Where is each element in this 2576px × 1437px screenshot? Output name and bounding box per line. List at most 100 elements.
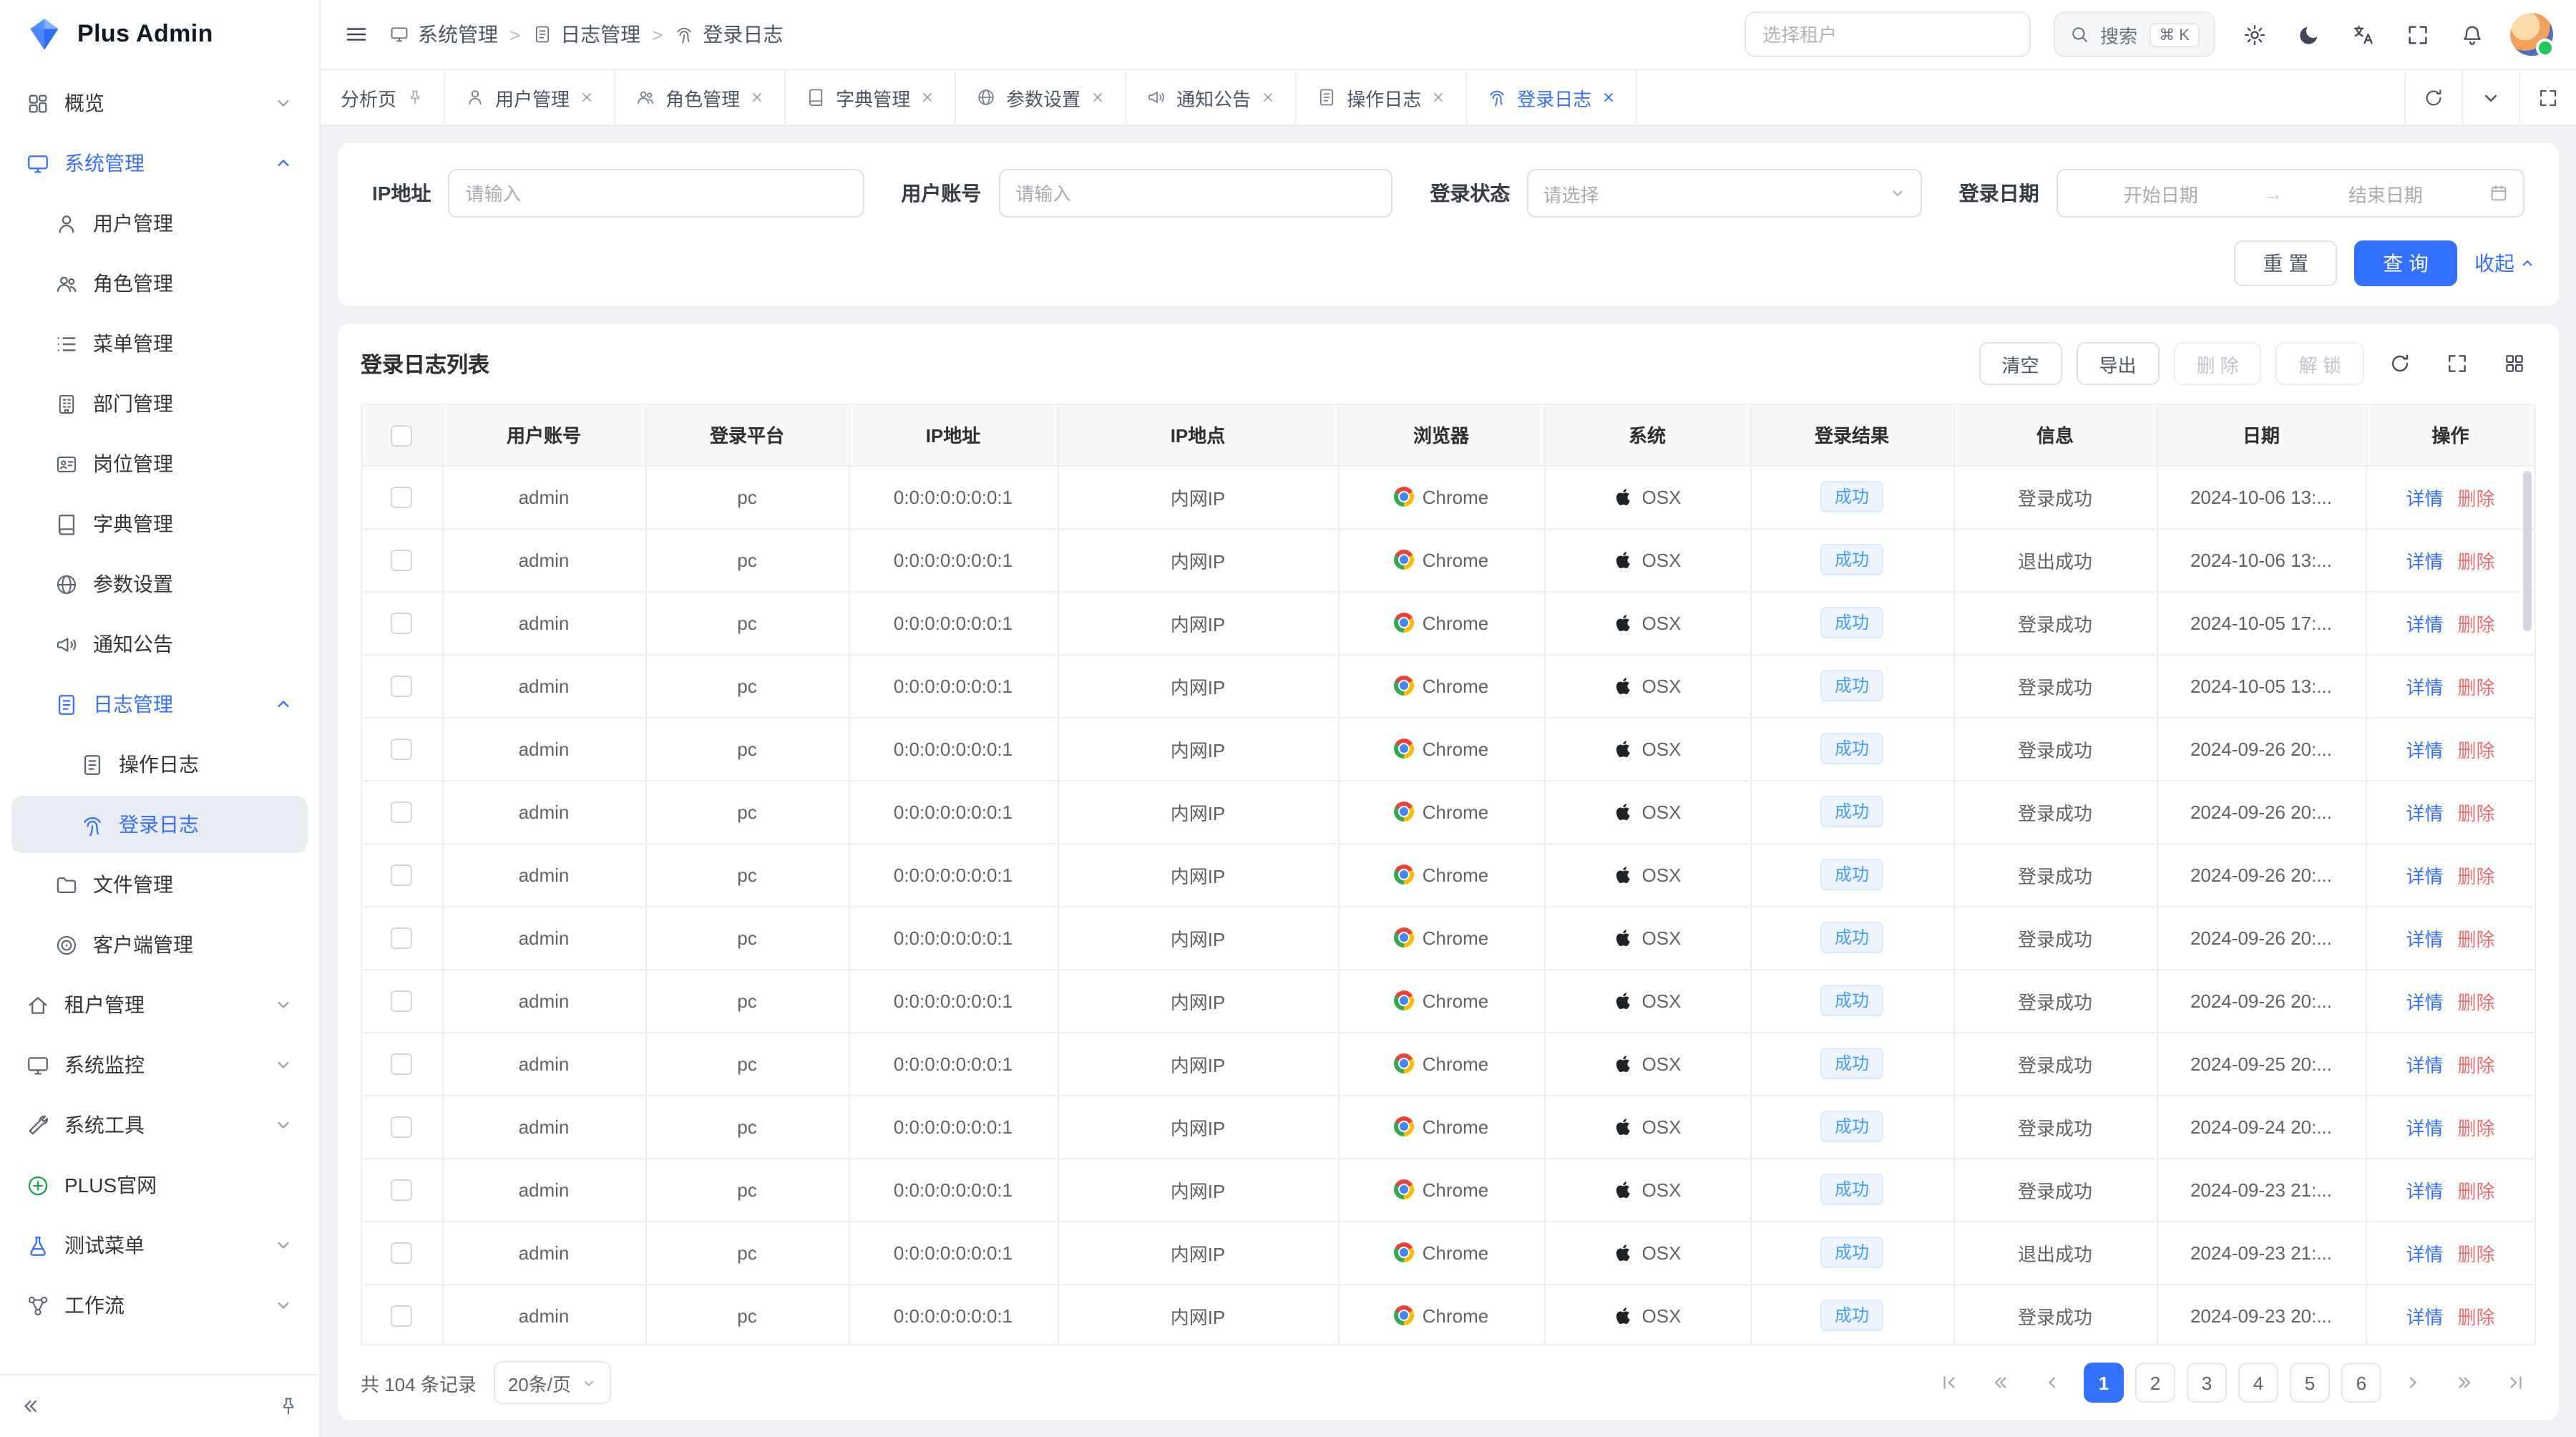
unlock-button[interactable]: 解 锁: [2276, 342, 2364, 385]
delete-link[interactable]: 删除: [2458, 798, 2495, 825]
row-checkbox[interactable]: [391, 1242, 413, 1264]
delete-link[interactable]: 删除: [2458, 1176, 2495, 1203]
delete-link[interactable]: 删除: [2458, 609, 2495, 636]
ip-address-input[interactable]: [448, 169, 864, 218]
sidebar-item-overview[interactable]: 概览: [11, 74, 308, 132]
close-icon[interactable]: [750, 90, 764, 104]
sidebar-item-workflow[interactable]: 工作流: [11, 1277, 308, 1334]
row-checkbox[interactable]: [391, 802, 413, 823]
tab-notice[interactable]: 通知公告: [1126, 70, 1297, 125]
page-button-2[interactable]: 2: [2135, 1363, 2175, 1403]
reset-button[interactable]: 重 置: [2234, 240, 2337, 286]
sidebar-item-system-management[interactable]: 系统管理: [11, 135, 308, 192]
select-all-checkbox[interactable]: [391, 425, 413, 447]
detail-link[interactable]: 详情: [2406, 987, 2443, 1014]
next-fast-button[interactable]: [2444, 1363, 2484, 1403]
delete-link[interactable]: 删除: [2458, 735, 2495, 762]
dark-mode-toggle[interactable]: [2293, 19, 2324, 50]
detail-link[interactable]: 详情: [2406, 861, 2443, 888]
detail-link[interactable]: 详情: [2406, 1050, 2443, 1077]
detail-link[interactable]: 详情: [2406, 798, 2443, 825]
sidebar-item-test-menu[interactable]: 测试菜单: [11, 1217, 308, 1274]
delete-link[interactable]: 删除: [2458, 672, 2495, 699]
global-search[interactable]: 搜索 ⌘ K: [2053, 11, 2215, 57]
first-page-button[interactable]: [1929, 1363, 1969, 1403]
page-button-3[interactable]: 3: [2187, 1363, 2227, 1403]
detail-link[interactable]: 详情: [2406, 546, 2443, 573]
settings-button[interactable]: [2238, 19, 2270, 50]
sidebar-item-login-log[interactable]: 登录日志: [11, 796, 308, 853]
last-page-button[interactable]: [2496, 1363, 2536, 1403]
sidebar-item-log-management[interactable]: 日志管理: [11, 676, 308, 733]
pin-icon[interactable]: [406, 89, 424, 106]
user-avatar[interactable]: [2510, 13, 2553, 56]
tab-user-management[interactable]: 用户管理: [445, 70, 615, 125]
sidebar-item-client-management[interactable]: 客户端管理: [11, 916, 308, 973]
sidebar-item-user-management[interactable]: 用户管理: [11, 195, 308, 252]
row-checkbox[interactable]: [391, 550, 413, 571]
collapse-filter-link[interactable]: 收起: [2474, 249, 2536, 278]
breadcrumb-item-system[interactable]: 系统管理: [389, 20, 498, 49]
tab-param-settings[interactable]: 参数设置: [956, 70, 1126, 125]
detail-link[interactable]: 详情: [2406, 672, 2443, 699]
row-checkbox[interactable]: [391, 1116, 413, 1138]
prev-page-button[interactable]: [2032, 1363, 2072, 1403]
page-button-5[interactable]: 5: [2290, 1363, 2330, 1403]
page-size-select[interactable]: 20条/页: [494, 1361, 611, 1404]
maximize-content-button[interactable]: [2519, 70, 2576, 125]
pin-icon[interactable]: [278, 1395, 299, 1417]
sidebar-item-system-tools[interactable]: 系统工具: [11, 1096, 308, 1154]
export-button[interactable]: 导出: [2076, 342, 2159, 385]
language-button[interactable]: [2347, 19, 2379, 50]
delete-link[interactable]: 删除: [2458, 1239, 2495, 1266]
breadcrumb-item-login-log[interactable]: 登录日志: [674, 20, 783, 49]
fullscreen-button[interactable]: [2401, 19, 2433, 50]
close-icon[interactable]: [1601, 90, 1616, 104]
page-button-6[interactable]: 6: [2341, 1363, 2381, 1403]
next-page-button[interactable]: [2393, 1363, 2433, 1403]
refresh-list-button[interactable]: [2379, 342, 2421, 385]
detail-link[interactable]: 详情: [2406, 735, 2443, 762]
tenant-select-input[interactable]: [1744, 11, 2030, 57]
sidebar-item-file-management[interactable]: 文件管理: [11, 856, 308, 913]
close-icon[interactable]: [1091, 90, 1105, 104]
hamburger-menu-icon[interactable]: [343, 21, 369, 47]
column-settings-button[interactable]: [2493, 342, 2536, 385]
detail-link[interactable]: 详情: [2406, 609, 2443, 636]
delete-link[interactable]: 删除: [2458, 1050, 2495, 1077]
delete-link[interactable]: 删除: [2458, 1113, 2495, 1140]
sidebar-item-role-management[interactable]: 角色管理: [11, 255, 308, 312]
page-button-1[interactable]: 1: [2084, 1363, 2124, 1403]
sidebar-item-notice[interactable]: 通知公告: [11, 615, 308, 673]
query-button[interactable]: 查 询: [2354, 240, 2457, 286]
sidebar-item-operation-log[interactable]: 操作日志: [11, 736, 308, 793]
user-account-input[interactable]: [998, 169, 1392, 218]
login-status-select[interactable]: 请选择: [1527, 169, 1921, 218]
row-checkbox[interactable]: [391, 1179, 413, 1201]
close-icon[interactable]: [580, 90, 594, 104]
row-checkbox[interactable]: [391, 739, 413, 760]
sidebar-item-post-management[interactable]: 岗位管理: [11, 435, 308, 492]
detail-link[interactable]: 详情: [2406, 924, 2443, 951]
detail-link[interactable]: 详情: [2406, 1239, 2443, 1266]
delete-link[interactable]: 删除: [2458, 924, 2495, 951]
row-checkbox[interactable]: [391, 927, 413, 949]
tab-dict-management[interactable]: 字典管理: [786, 70, 956, 125]
tab-options-button[interactable]: [2462, 70, 2519, 125]
sidebar-item-department-management[interactable]: 部门管理: [11, 375, 308, 432]
sidebar-item-system-monitor[interactable]: 系统监控: [11, 1036, 308, 1093]
row-checkbox[interactable]: [391, 990, 413, 1012]
row-checkbox[interactable]: [391, 676, 413, 697]
row-checkbox[interactable]: [391, 613, 413, 634]
row-checkbox[interactable]: [391, 1053, 413, 1075]
sidebar-item-tenant-management[interactable]: 租户管理: [11, 976, 308, 1033]
tab-operation-log[interactable]: 操作日志: [1297, 70, 1467, 125]
sidebar-item-menu-management[interactable]: 菜单管理: [11, 315, 308, 372]
delete-button[interactable]: 删 除: [2174, 342, 2262, 385]
tab-login-log[interactable]: 登录日志: [1467, 70, 1637, 125]
page-button-4[interactable]: 4: [2238, 1363, 2278, 1403]
delete-link[interactable]: 删除: [2458, 1302, 2495, 1329]
delete-link[interactable]: 删除: [2458, 546, 2495, 573]
detail-link[interactable]: 详情: [2406, 483, 2443, 510]
row-checkbox[interactable]: [391, 864, 413, 886]
